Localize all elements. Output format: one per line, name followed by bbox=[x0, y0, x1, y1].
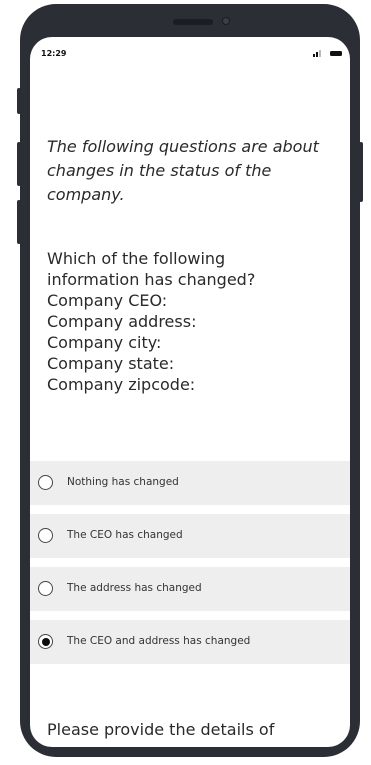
signal-icon bbox=[313, 50, 321, 57]
phone-frame: 12:29 The following questions are about … bbox=[20, 4, 360, 757]
question-line: Company zipcode: bbox=[47, 375, 196, 394]
option-label: The address has changed bbox=[67, 582, 202, 594]
radio-button[interactable] bbox=[38, 581, 53, 596]
option-label: The CEO and address has changed bbox=[67, 635, 251, 647]
question-text: Which of the following information has c… bbox=[47, 248, 342, 395]
question-line: Which of the following bbox=[47, 249, 226, 268]
question-line: Company address: bbox=[47, 312, 197, 331]
radio-button[interactable] bbox=[38, 475, 53, 490]
option-nothing-changed[interactable]: Nothing has changed bbox=[30, 461, 350, 505]
option-ceo-changed[interactable]: The CEO has changed bbox=[30, 514, 350, 558]
option-address-changed[interactable]: The address has changed bbox=[30, 567, 350, 611]
option-ceo-and-address-changed[interactable]: The CEO and address has changed bbox=[30, 620, 350, 664]
phone-screen: 12:29 The following questions are about … bbox=[30, 37, 350, 747]
followup-text: Please provide the details of bbox=[47, 720, 275, 739]
question-line: information has changed? bbox=[47, 270, 256, 289]
front-camera bbox=[222, 17, 230, 25]
side-button-volume-up bbox=[17, 142, 21, 186]
answer-options: Nothing has changed The CEO has changed … bbox=[30, 461, 350, 673]
speaker-grille bbox=[173, 19, 213, 25]
side-button-mute bbox=[17, 88, 21, 114]
option-label: Nothing has changed bbox=[67, 476, 179, 488]
question-line: Company state: bbox=[47, 354, 175, 373]
side-button-power bbox=[359, 142, 363, 202]
question-line: Company CEO: bbox=[47, 291, 168, 310]
side-button-volume-down bbox=[17, 200, 21, 244]
status-time: 12:29 bbox=[41, 49, 67, 58]
battery-icon bbox=[330, 51, 342, 56]
question-line: Company city: bbox=[47, 333, 162, 352]
radio-button[interactable] bbox=[38, 528, 53, 543]
status-bar: 12:29 bbox=[30, 37, 350, 69]
intro-text: The following questions are about change… bbox=[47, 137, 319, 204]
option-label: The CEO has changed bbox=[67, 529, 183, 541]
radio-button-selected[interactable] bbox=[38, 634, 53, 649]
